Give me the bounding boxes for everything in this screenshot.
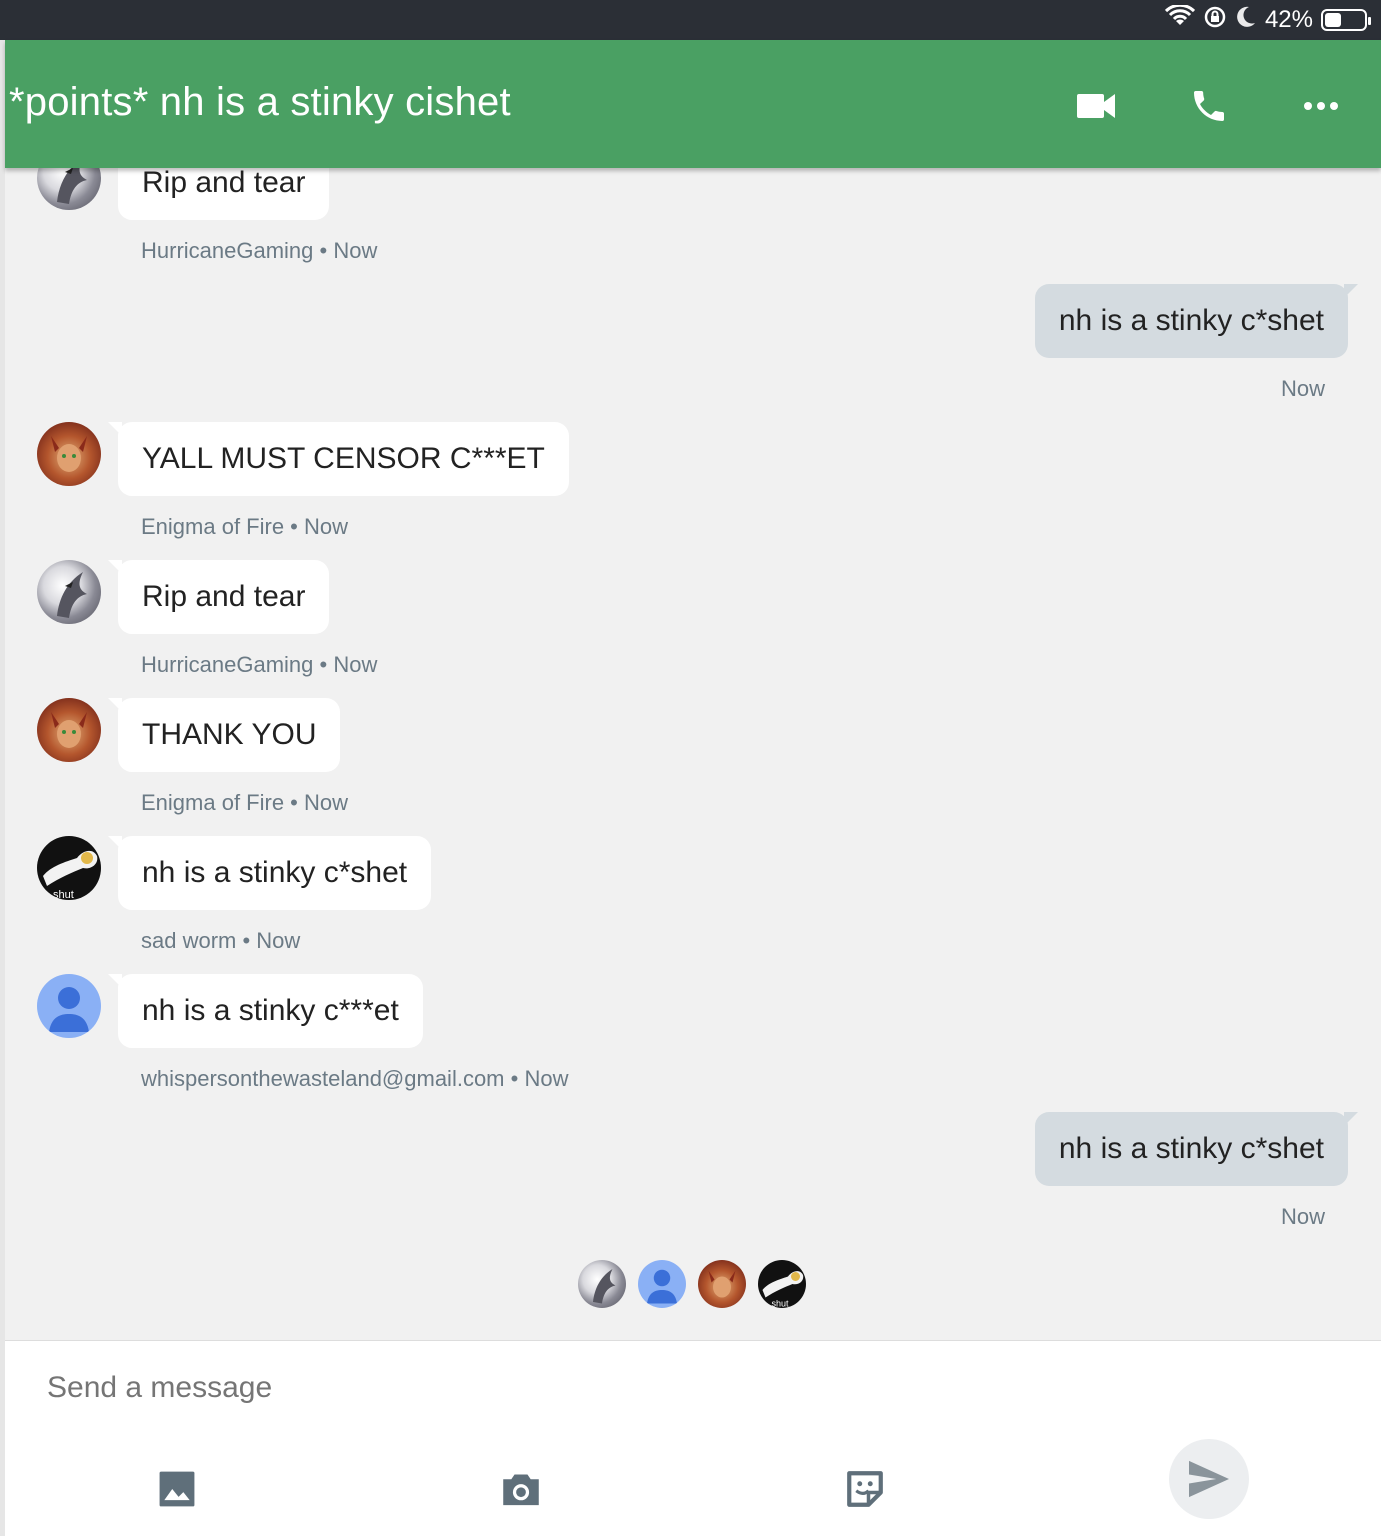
read-receipt-avatar[interactable] (698, 1260, 746, 1308)
sender-name: HurricaneGaming (141, 652, 314, 677)
sender-name: whispersonthewasteland@gmail.com (141, 1066, 505, 1091)
sender-name: Enigma of Fire (141, 790, 285, 815)
video-call-icon (1077, 94, 1115, 118)
dragon-avatar-icon (57, 168, 87, 204)
message-input[interactable] (47, 1371, 947, 1405)
outgoing-message-bubble[interactable]: nh is a stinky c*shet (1034, 1112, 1359, 1186)
sticker-icon (847, 1471, 883, 1507)
conversation-header: *points* nh is a stinky cishet (5, 40, 1381, 168)
avatar-enigma-of-fire[interactable] (37, 422, 101, 486)
message-bubble[interactable]: nh is a stinky c*shet (107, 836, 432, 910)
phone-icon (1194, 91, 1224, 121)
camera-icon (503, 1474, 539, 1506)
status-bar: 42% (0, 0, 1381, 40)
read-receipts: shut (5, 1260, 1381, 1312)
message-composer (5, 1340, 1381, 1536)
sender-name: sad worm (141, 928, 237, 953)
message-text: nh is a stinky c*shet (142, 856, 408, 889)
message-meta: Enigma of Fire • Now (141, 514, 349, 539)
message-meta: Enigma of Fire • Now (141, 790, 349, 815)
phone-call-button[interactable] (1181, 78, 1237, 134)
status-icons: 42% (1164, 3, 1371, 36)
image-icon (159, 1471, 195, 1507)
timestamp: Now (1280, 376, 1325, 401)
send-icon (1189, 1460, 1229, 1498)
message-text: nh is a stinky c*shet (1058, 304, 1324, 337)
battery-percent: 42% (1264, 6, 1313, 33)
message-bubble[interactable]: Rip and tear (118, 168, 330, 220)
timestamp: Now (1280, 1204, 1325, 1229)
message-meta: sad worm • Now (141, 928, 301, 953)
send-button[interactable] (1169, 1439, 1249, 1519)
message-meta: whispersonthewasteland@gmail.com • Now (141, 1066, 569, 1091)
character-avatar-icon (708, 1270, 736, 1298)
timestamp: Now (304, 790, 349, 815)
video-call-button[interactable] (1069, 78, 1125, 134)
hand-avatar-icon: shut (762, 1271, 804, 1309)
message-text: nh is a stinky c*shet (1058, 1132, 1324, 1165)
timestamp: Now (333, 238, 378, 263)
sender-name: Enigma of Fire (141, 514, 285, 539)
person-icon (49, 987, 89, 1032)
dragon-avatar-icon (593, 1269, 616, 1304)
message-bubble[interactable]: THANK YOU (107, 698, 341, 772)
avatar-caption: shut (772, 1299, 790, 1309)
camera-button[interactable] (493, 1461, 549, 1517)
message-text: nh is a stinky c***et (142, 994, 399, 1027)
rotation-lock-icon (1203, 5, 1227, 36)
attach-image-button[interactable] (149, 1461, 205, 1517)
person-icon (647, 1269, 677, 1304)
message-list[interactable]: Rip and tear HurricaneGaming • Now nh is… (5, 168, 1381, 1340)
conversation-title: *points* nh is a stinky cishet (9, 80, 511, 124)
read-receipt-avatar[interactable] (578, 1260, 626, 1308)
timestamp: Now (256, 928, 301, 953)
message-meta: HurricaneGaming • Now (141, 238, 378, 263)
read-receipt-avatar[interactable] (638, 1260, 686, 1308)
avatar-hurricanegaming[interactable] (37, 560, 101, 624)
sticker-button[interactable] (837, 1461, 893, 1517)
message-text: THANK YOU (142, 718, 317, 751)
moon-icon (1235, 5, 1257, 36)
message-text: Rip and tear (142, 580, 306, 613)
message-text: YALL MUST CENSOR C***ET (142, 442, 545, 475)
avatar-enigma-of-fire[interactable] (37, 698, 101, 762)
avatar-sad-worm[interactable]: shut (37, 836, 101, 900)
battery-icon (1321, 9, 1371, 31)
avatar-default-user[interactable] (37, 974, 101, 1038)
read-receipt-avatar[interactable]: shut (758, 1260, 806, 1308)
sender-name: HurricaneGaming (141, 238, 314, 263)
character-avatar-icon (51, 712, 87, 748)
timestamp: Now (524, 1066, 569, 1091)
character-avatar-icon (51, 436, 87, 472)
wifi-icon (1164, 3, 1196, 36)
more-options-button[interactable] (1293, 78, 1349, 134)
message-meta: HurricaneGaming • Now (141, 652, 378, 677)
avatar-caption: shut (53, 889, 74, 900)
message-bubble[interactable]: YALL MUST CENSOR C***ET (108, 422, 569, 496)
outgoing-message-bubble[interactable]: nh is a stinky c*shet (1034, 284, 1359, 358)
message-bubble[interactable]: Rip and tear (107, 560, 330, 634)
message-bubble[interactable]: nh is a stinky c***et (108, 974, 423, 1048)
timestamp: Now (304, 514, 349, 539)
hand-avatar-icon: shut (43, 850, 98, 900)
more-icon (1304, 102, 1338, 110)
message-text: Rip and tear (142, 168, 306, 199)
dragon-avatar-icon (57, 572, 87, 618)
avatar-hurricanegaming[interactable] (37, 168, 101, 210)
timestamp: Now (333, 652, 378, 677)
